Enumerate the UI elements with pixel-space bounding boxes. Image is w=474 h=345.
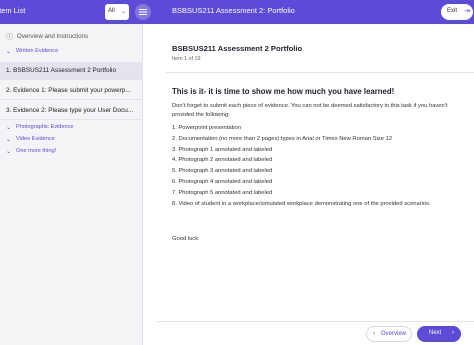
list-item: 2. Documentation (no more than 2 pages) …	[172, 135, 393, 142]
list-item: 1. Powerpoint presentation	[172, 125, 241, 131]
exit-icon: ⇥	[464, 8, 470, 15]
page-title: BSBSUS211 Assessment 2 Portfolio	[172, 44, 303, 53]
list-item: 6. Photograph 4 annotated and labeled	[172, 178, 273, 185]
instructions-paragraph: Don't forget to submit each piece of evi…	[172, 103, 448, 118]
overview-button[interactable]: ‹ Overview	[366, 326, 412, 342]
sidebar: ⓘ Overview and Instructions ⌄ Written Ev…	[0, 24, 143, 345]
list-item: 3. Photograph 1 annotated and labeled	[172, 146, 273, 153]
sidebar-item-label: 1. BSBSUS211 Assessment 2 Portfolio	[6, 67, 116, 74]
overview-label: Overview and Instructions	[17, 33, 89, 40]
overview-link[interactable]: ⓘ Overview and Instructions	[0, 32, 143, 42]
item-list-title: Item List	[0, 6, 26, 15]
next-button[interactable]: Next ›	[417, 326, 461, 342]
content-area: BSBSUS211 Assessment 2 Portfolio Item 1 …	[156, 24, 474, 345]
list-item: 5. Photograph 3 annotated and labeled	[172, 168, 273, 175]
hamburger-menu-icon	[139, 9, 147, 15]
section-label: Written Evidence	[16, 48, 59, 54]
filter-value: All	[108, 8, 115, 14]
footer-bar: ‹ Overview Next ›	[156, 321, 474, 345]
exit-label: Exit	[447, 8, 458, 14]
chevron-down-icon: ⌄	[6, 125, 12, 131]
sidebar-item-2[interactable]: 2. Evidence 1: Please submit your powerp…	[0, 82, 143, 100]
list-item: 4. Photograph 2 annotated and labeled	[172, 157, 273, 164]
header-title: BSBSUS211 Assessment 2: Portfolio	[172, 6, 295, 15]
chevron-left-icon: ‹	[373, 330, 376, 337]
content-heading: This is it- it is time to show me how mu…	[172, 87, 395, 96]
chevron-down-icon: ⌄	[6, 49, 12, 55]
closing-text: Good luck	[172, 236, 199, 242]
info-circle-icon: ⓘ	[6, 34, 13, 41]
sidebar-item-1[interactable]: 1. BSBSUS211 Assessment 2 Portfolio	[0, 62, 143, 80]
overview-button-label: Overview	[381, 331, 407, 337]
sidebar-item-3[interactable]: 3. Evidence 2: Please type your User Doc…	[0, 102, 143, 120]
exit-button[interactable]: Exit ⇥	[441, 4, 473, 20]
menu-button[interactable]	[135, 4, 151, 20]
next-button-label: Next	[429, 330, 442, 336]
section-label: One more thing!	[16, 148, 57, 154]
divider	[166, 72, 474, 73]
section-label: Photographic Evidence	[16, 124, 74, 130]
list-item: 8. Video of student in a workplace/simul…	[172, 200, 431, 207]
list-item: 7. Photograph 5 annotated and labeled	[172, 189, 273, 196]
top-bar: Item List All ⌄ BSBSUS211 Assessment 2: …	[0, 0, 474, 24]
chevron-right-icon: ›	[451, 329, 454, 336]
chevron-down-icon: ⌄	[6, 137, 12, 143]
section-label: Video Evidence	[16, 136, 55, 142]
filter-select[interactable]: All ⌄	[105, 4, 129, 20]
item-counter: Item 1 of 19	[172, 56, 201, 62]
chevron-down-icon: ⌄	[6, 149, 12, 155]
chevron-down-icon: ⌄	[120, 9, 126, 15]
sidebar-item-label: 2. Evidence 1: Please submit your powerp…	[6, 87, 131, 94]
evidence-list: 1. Powerpoint presentation 2. Documentat…	[172, 125, 431, 211]
sidebar-item-label: 3. Evidence 2: Please type your User Doc…	[6, 107, 134, 114]
